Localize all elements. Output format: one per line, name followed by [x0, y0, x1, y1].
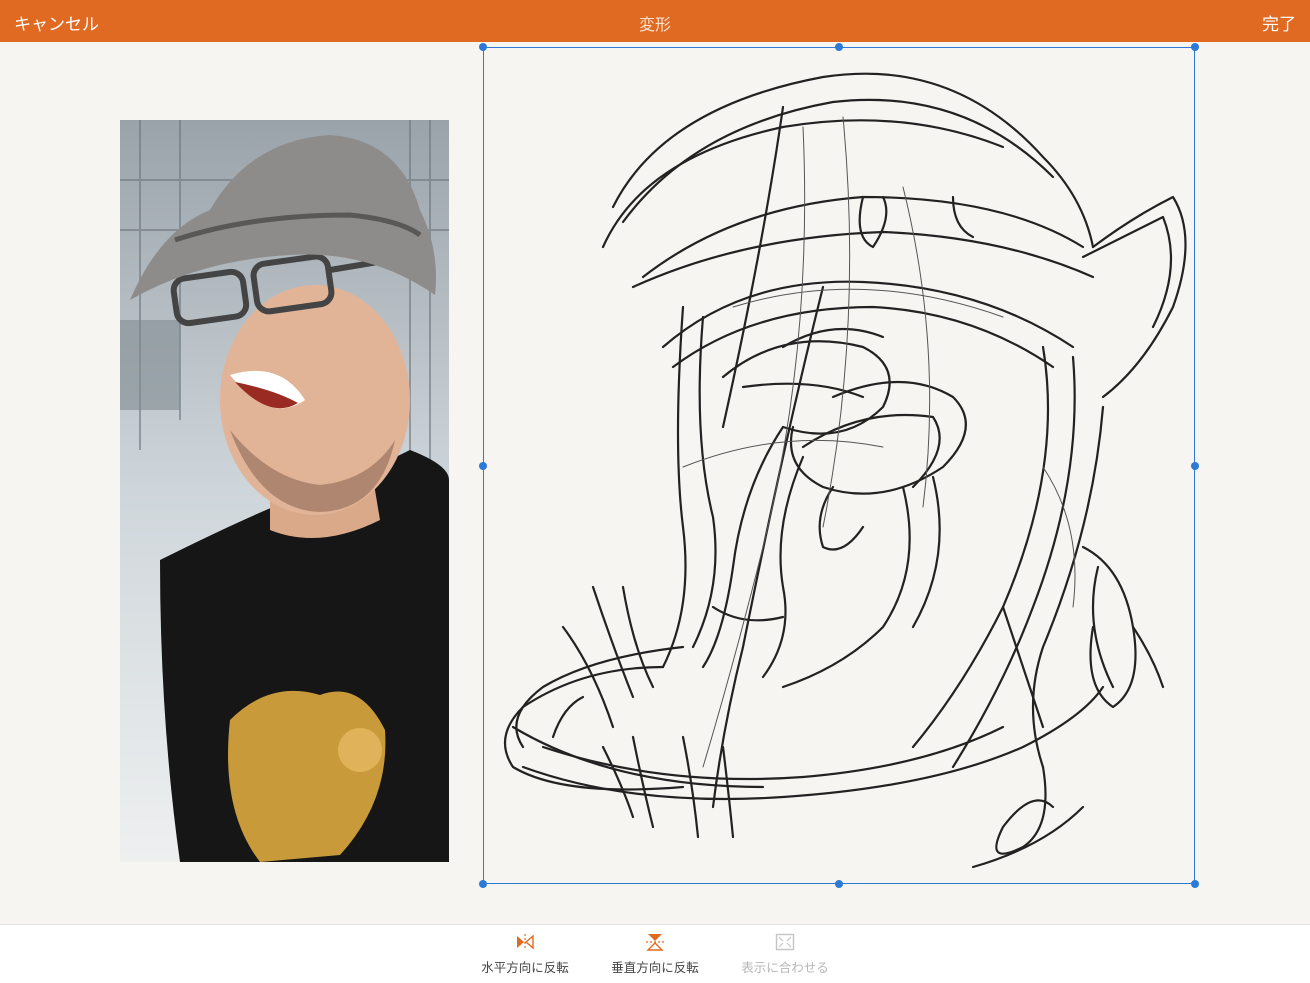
flip-vertical-icon [646, 934, 664, 951]
fit-to-view-button[interactable]: 表示に合わせる [720, 933, 850, 976]
resize-handle-bottom-right[interactable] [1191, 880, 1199, 888]
resize-handle-left[interactable] [479, 462, 487, 470]
flip-horizontal-icon [517, 934, 534, 950]
resize-handle-top[interactable] [835, 43, 843, 51]
resize-handle-bottom[interactable] [835, 880, 843, 888]
page-title: 変形 [638, 15, 671, 34]
resize-handle-top-right[interactable] [1191, 43, 1199, 51]
resize-handle-top-left[interactable] [479, 43, 487, 51]
resize-handle-right[interactable] [1191, 462, 1199, 470]
flip-horizontal-button[interactable]: 水平方向に反転 [460, 933, 590, 976]
top-bar: キャンセル 変形 完了 [0, 0, 1310, 42]
flip-horizontal-label: 水平方向に反転 [481, 960, 569, 975]
flip-vertical-button[interactable]: 垂直方向に反転 [590, 933, 720, 976]
flip-vertical-label: 垂直方向に反転 [611, 960, 699, 975]
fit-to-view-icon [775, 933, 795, 951]
done-button[interactable]: 完了 [1262, 10, 1296, 35]
fit-to-view-label: 表示に合わせる [741, 960, 829, 975]
reference-photo [120, 120, 449, 862]
transform-selection-frame[interactable] [483, 47, 1195, 884]
resize-handle-bottom-left[interactable] [479, 880, 487, 888]
bottom-toolbar: 水平方向に反転 垂直方向に反転 表示に合わせる [0, 924, 1310, 983]
